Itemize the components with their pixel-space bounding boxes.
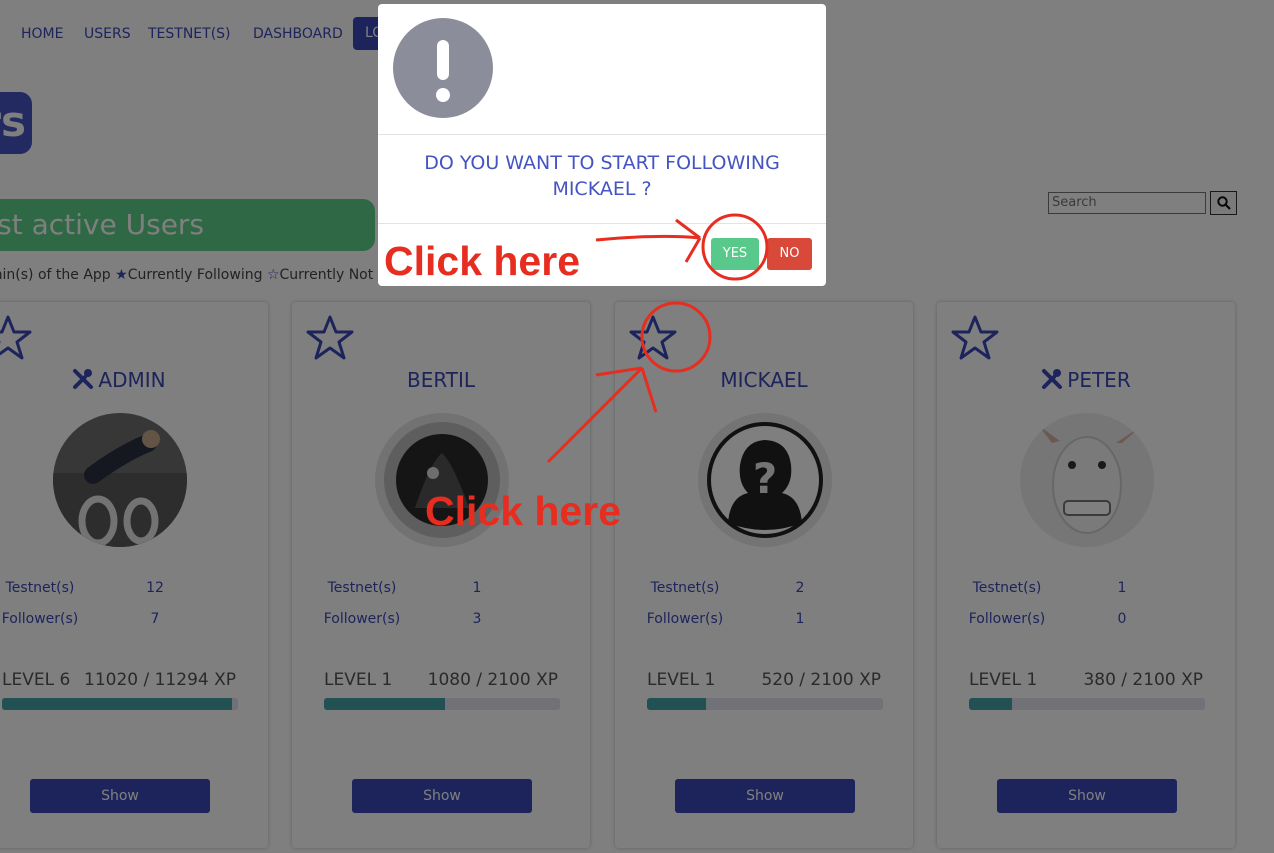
yes-button[interactable]: YES bbox=[711, 238, 759, 270]
annotation-click-here-star: Click here bbox=[425, 488, 621, 534]
no-button[interactable]: NO bbox=[767, 238, 812, 270]
divider bbox=[378, 134, 826, 135]
divider bbox=[378, 223, 826, 224]
annotation-click-here-yes: Click here bbox=[384, 238, 580, 284]
dialog-question: DO YOU WANT TO START FOLLOWING MICKAEL ? bbox=[424, 152, 780, 200]
exclamation-icon bbox=[393, 18, 493, 118]
